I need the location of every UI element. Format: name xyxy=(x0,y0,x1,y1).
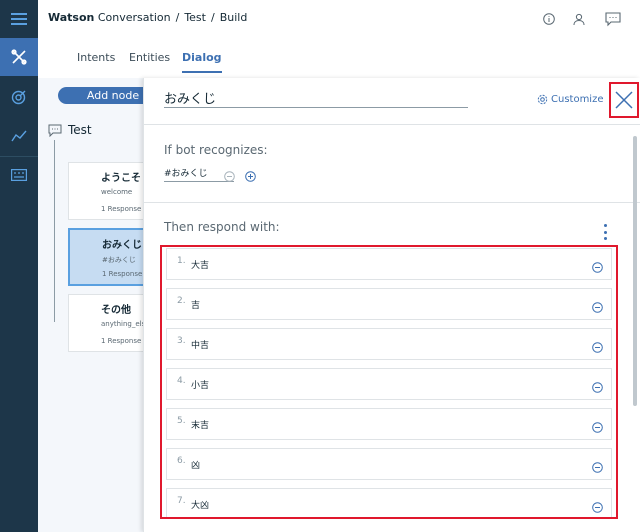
response-text[interactable]: 末吉 xyxy=(191,418,209,431)
dialog-root-label: Test xyxy=(68,123,92,137)
breadcrumb: Watson Conversation / Test / Build xyxy=(48,11,248,24)
chat-icon[interactable] xyxy=(603,9,623,29)
response-text[interactable]: 大吉 xyxy=(191,258,209,271)
response-number: 4. xyxy=(177,376,186,386)
response-list: 1. 大吉 2. 吉 3. 中吉 4. 小吉 5. 末吉 6. 凶 7. 大凶 xyxy=(160,245,618,519)
customize-label: Customize xyxy=(551,94,604,105)
response-number: 1. xyxy=(177,256,186,266)
response-text[interactable]: 大凶 xyxy=(191,498,209,511)
response-number: 6. xyxy=(177,456,186,466)
response-item[interactable]: 7. 大凶 xyxy=(166,488,612,517)
keyboard-icon[interactable] xyxy=(0,156,38,194)
remove-response-icon[interactable] xyxy=(592,458,603,477)
chat-icon xyxy=(48,124,62,137)
top-header: Watson Conversation / Test / Build xyxy=(38,0,640,38)
remove-response-icon[interactable] xyxy=(592,378,603,397)
if-bot-recognizes-label: If bot recognizes: xyxy=(164,143,268,157)
response-text[interactable]: 小吉 xyxy=(191,378,209,391)
panel-scrollbar[interactable] xyxy=(633,136,637,406)
remove-response-icon[interactable] xyxy=(592,298,603,317)
node-response-count: 1 Response xyxy=(101,205,142,213)
response-item[interactable]: 3. 中吉 xyxy=(166,328,612,360)
gear-icon xyxy=(537,94,548,105)
node-response-count: 1 Response xyxy=(102,270,143,278)
customize-link[interactable]: Customize xyxy=(537,94,604,105)
close-button[interactable] xyxy=(609,82,639,118)
tab-bar: Intents Entities Dialog xyxy=(38,38,640,78)
response-number: 7. xyxy=(177,496,186,506)
remove-response-icon[interactable] xyxy=(592,258,603,277)
response-item[interactable]: 5. 末吉 xyxy=(166,408,612,440)
analytics-icon[interactable] xyxy=(0,117,38,155)
tab-entities[interactable]: Entities xyxy=(129,51,170,64)
remove-response-icon[interactable] xyxy=(592,498,603,517)
response-number: 3. xyxy=(177,336,186,346)
close-icon xyxy=(615,91,633,109)
node-response-count: 1 Response xyxy=(101,337,142,345)
breadcrumb-page: Build xyxy=(219,11,248,24)
tools-icon[interactable] xyxy=(0,38,38,76)
product-name: Conversation xyxy=(97,11,171,24)
tab-dialog[interactable]: Dialog xyxy=(182,51,222,73)
menu-icon[interactable] xyxy=(0,0,38,38)
then-respond-with-label: Then respond with: xyxy=(164,220,280,234)
response-item[interactable]: 1. 大吉 xyxy=(166,248,612,280)
response-item[interactable]: 6. 凶 xyxy=(166,448,612,480)
response-text[interactable]: 吉 xyxy=(191,298,200,311)
info-icon[interactable] xyxy=(539,9,559,29)
response-text[interactable]: 凶 xyxy=(191,458,200,471)
tree-connector xyxy=(54,140,55,322)
remove-response-icon[interactable] xyxy=(592,338,603,357)
target-icon[interactable] xyxy=(0,78,38,116)
tab-intents[interactable]: Intents xyxy=(77,51,115,64)
node-name-input[interactable]: おみくじ xyxy=(164,88,468,108)
brand-name: Watson xyxy=(48,11,95,24)
add-condition-icon[interactable] xyxy=(245,167,256,186)
user-icon[interactable] xyxy=(569,9,589,29)
dialog-root: Test xyxy=(48,123,92,137)
remove-response-icon[interactable] xyxy=(592,418,603,437)
response-number: 2. xyxy=(177,296,186,306)
response-item[interactable]: 4. 小吉 xyxy=(166,368,612,400)
response-text[interactable]: 中吉 xyxy=(191,338,209,351)
node-editor-panel: おみくじ Customize If bot recognizes: #おみくじ … xyxy=(143,78,640,532)
breadcrumb-workspace[interactable]: Test xyxy=(184,11,206,24)
left-rail xyxy=(0,0,38,532)
remove-condition-icon[interactable] xyxy=(224,167,235,186)
response-item[interactable]: 2. 吉 xyxy=(166,288,612,320)
response-number: 5. xyxy=(177,416,186,426)
more-options-icon[interactable] xyxy=(602,224,608,240)
